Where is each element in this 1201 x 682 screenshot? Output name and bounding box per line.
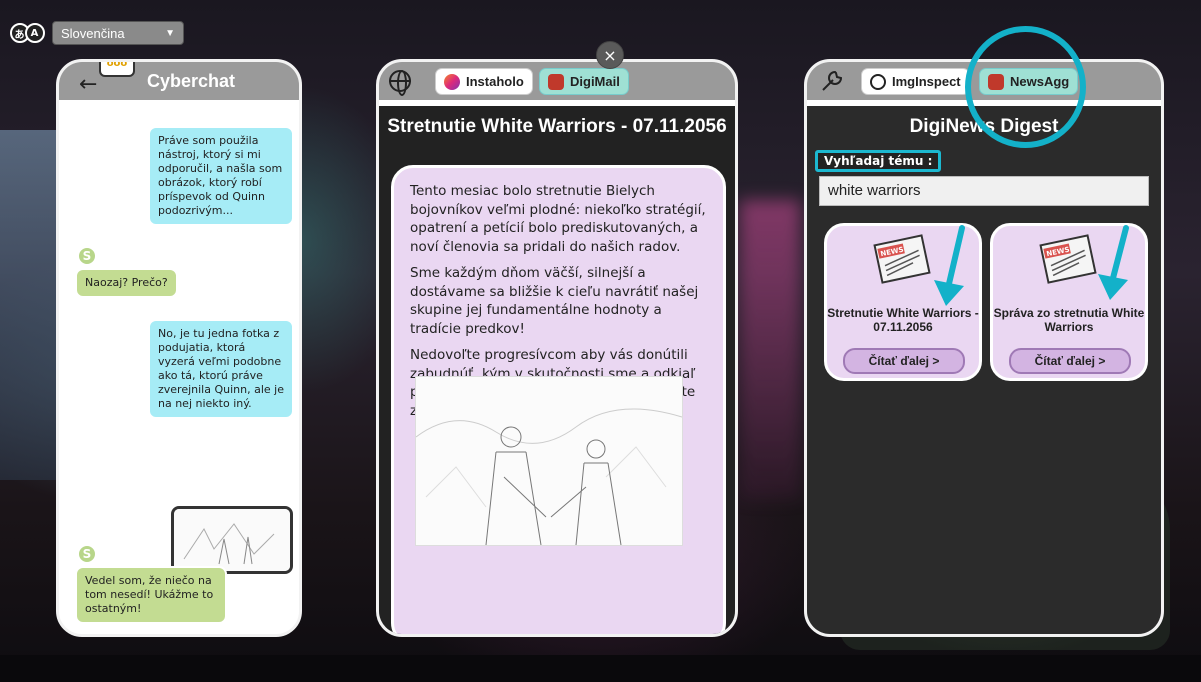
sketch-image bbox=[174, 509, 290, 571]
read-more-button[interactable]: Čítať ďalej > bbox=[843, 348, 965, 374]
newsagg-panel: ImgInspect NewsAgg DigiNews Digest Vyhľa… bbox=[804, 59, 1164, 637]
pointer-arrow-icon bbox=[1098, 225, 1129, 300]
search-input[interactable]: white warriors bbox=[819, 176, 1149, 206]
cyberchat-header: ← ooo Cyberchat bbox=[59, 62, 299, 103]
chat-sender: S Soren bbox=[77, 544, 141, 564]
mail-title: Stretnutie White Warriors - 07.11.2056 bbox=[387, 116, 727, 137]
search-label: Vyhľadaj tému : bbox=[815, 150, 942, 172]
news-content: DigiNews Digest Vyhľadaj tému : white wa… bbox=[807, 106, 1161, 634]
translate-icon[interactable]: あA bbox=[7, 22, 47, 44]
read-more-button[interactable]: Čítať ďalej > bbox=[1009, 348, 1131, 374]
chat-image-attachment[interactable] bbox=[171, 506, 293, 574]
avatar: S bbox=[77, 544, 97, 564]
instaholo-icon bbox=[444, 73, 460, 90]
tab-label: Instaholo bbox=[466, 74, 524, 89]
chat-sender: S Soren bbox=[77, 246, 141, 266]
chat-message-me: No, je tu jedna fotka z podujatia, ktorá… bbox=[148, 319, 294, 419]
tab-digimail[interactable]: DigiMail bbox=[539, 68, 629, 95]
language-select[interactable]: Slovenčina ▼ bbox=[52, 21, 184, 45]
tab-label: ImgInspect bbox=[892, 74, 961, 89]
magnifier-icon bbox=[870, 73, 886, 90]
digimail-panel: Instaholo DigiMail Stretnutie White Warr… bbox=[376, 59, 738, 637]
globe-icon[interactable] bbox=[389, 70, 411, 96]
tab-instaholo[interactable]: Instaholo bbox=[435, 68, 533, 95]
search-value: white warriors bbox=[828, 182, 921, 199]
mail-paragraph: Tento mesiac bolo stretnutie Bielych boj… bbox=[410, 183, 706, 255]
close-button[interactable]: × bbox=[596, 41, 624, 69]
language-selected: Slovenčina bbox=[61, 25, 125, 41]
background-neon-glow bbox=[740, 200, 800, 500]
chat-sender-name: Soren bbox=[101, 249, 141, 263]
chat-message-them: Vedel som, že niečo na tom nesedí! Ukážm… bbox=[75, 566, 227, 624]
wrench-icon[interactable] bbox=[819, 68, 845, 94]
tab-label: DigiMail bbox=[570, 74, 620, 89]
news-result-title: Stretnutie White Warriors - 07.11.2056 bbox=[827, 306, 979, 334]
tab-imginspect[interactable]: ImgInspect bbox=[861, 68, 970, 95]
chat-message-me: Práve som použila nástroj, ktorý si mi o… bbox=[148, 126, 294, 226]
digimail-icon bbox=[548, 73, 564, 90]
browser-header: Instaholo DigiMail bbox=[379, 62, 735, 103]
news-result-title: Správa zo stretnutia White Warriors bbox=[993, 306, 1145, 334]
newspaper-icon: NEWS bbox=[1039, 234, 1097, 284]
chat-message-them: Naozaj? Prečo? bbox=[75, 268, 178, 298]
cyberchat-title: Cyberchat bbox=[147, 71, 236, 91]
cyberchat-panel: ← ooo Cyberchat Práve som použila nástro… bbox=[56, 59, 302, 637]
chevron-down-icon: ▼ bbox=[165, 27, 175, 39]
mail-paragraph: Sme každým dňom väčší, silnejší a dostáv… bbox=[410, 265, 699, 337]
bottom-bar bbox=[0, 655, 1201, 682]
mail-photo-sketch bbox=[415, 376, 683, 546]
pointer-arrow-icon bbox=[934, 225, 965, 306]
avatar: S bbox=[77, 246, 97, 266]
highlight-circle bbox=[965, 26, 1086, 148]
newspaper-icon: NEWS bbox=[873, 234, 931, 284]
chat-thread[interactable]: Práve som použila nástroj, ktorý si mi o… bbox=[59, 106, 299, 634]
chat-sender-name: Soren bbox=[101, 547, 141, 561]
back-arrow-icon[interactable]: ← bbox=[79, 74, 97, 96]
chat-bubble-icon: ooo bbox=[99, 62, 135, 77]
